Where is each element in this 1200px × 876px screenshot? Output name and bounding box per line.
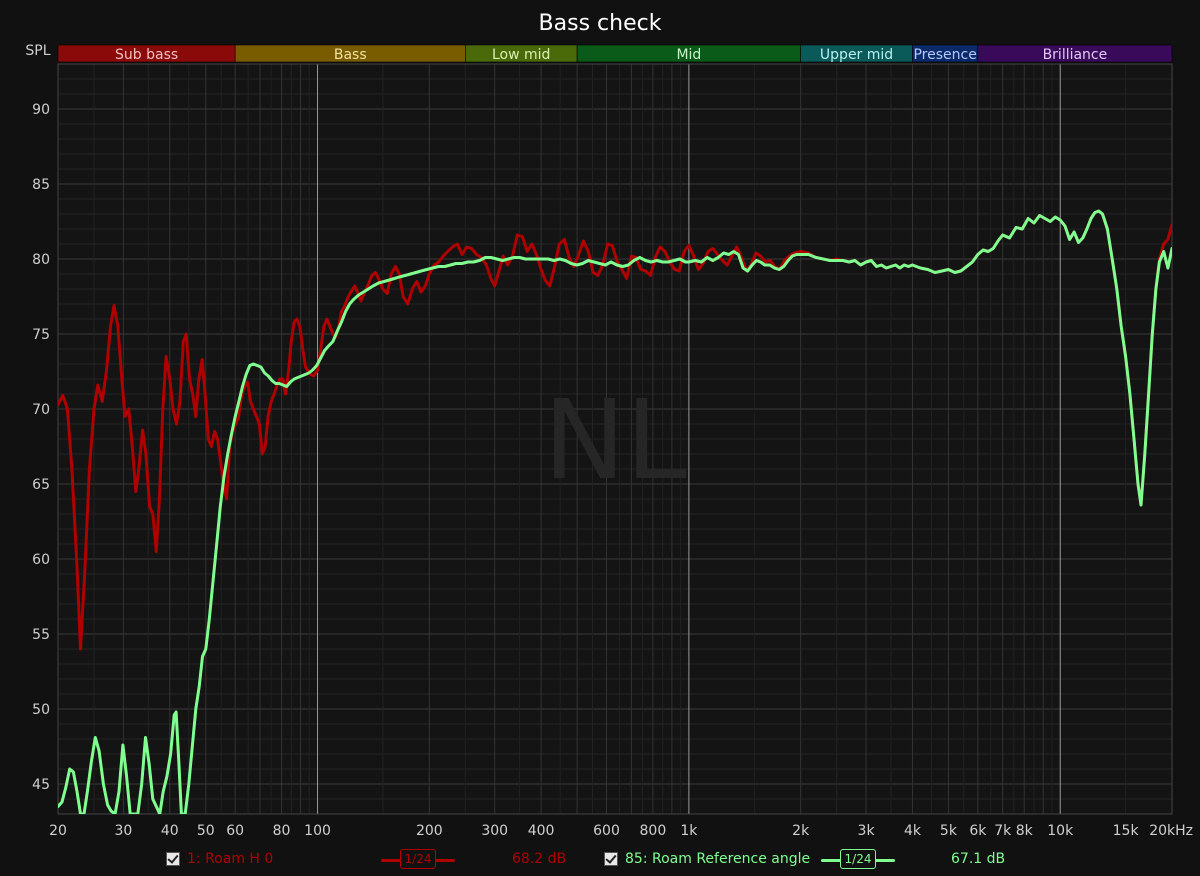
- band-label: Presence: [913, 47, 976, 63]
- x-tick-label: 6k: [969, 823, 987, 839]
- frequency-band-bar: Sub bass Bass Low mid Mid Upper mid Presence B…: [57, 44, 1173, 63]
- x-tick-label: 1k: [680, 823, 698, 839]
- y-tick-label: 80: [32, 252, 50, 268]
- y-tick-labels: 45 50 55 60 65 70 75 80 85 90: [32, 102, 50, 793]
- legend-name-2: 85: Roam Reference angle: [625, 851, 811, 867]
- level-readout-1: 68.2 dB: [512, 851, 567, 867]
- x-tick-label: 4k: [904, 823, 922, 839]
- y-tick-label: 85: [32, 177, 50, 193]
- band-label: Low mid: [492, 47, 550, 63]
- y-tick-label: 55: [32, 627, 50, 643]
- x-tick-label: 7k: [994, 823, 1012, 839]
- smoothing-badge-2[interactable]: 1/24: [840, 849, 876, 869]
- legend-smoothing-1[interactable]: 1/24: [381, 849, 455, 869]
- x-tick-label: 5k: [940, 823, 958, 839]
- x-tick-label: 15k: [1113, 823, 1140, 839]
- x-tick-label: 40: [161, 823, 179, 839]
- x-tick-label: 400: [528, 823, 555, 839]
- chart-window: Bass check SPL Sub bass Bass Low mid Mid Upp…: [0, 0, 1200, 876]
- x-tick-labels: 20 30 40 50 60 80 100 200 300 400 600 800 1k 2k 3k 4k 5k…: [49, 823, 1193, 839]
- y-tick-label: 65: [32, 477, 50, 493]
- x-tick-label: 20kHz: [1149, 823, 1193, 839]
- y-tick-label: 45: [32, 777, 50, 793]
- smoothing-badge-1[interactable]: 1/24: [400, 849, 436, 869]
- x-tick-label: 30: [114, 823, 132, 839]
- watermark-text: NL: [543, 376, 687, 504]
- y-axis-label: SPL: [25, 43, 50, 59]
- legend-item-1[interactable]: 1: Roam H 0: [166, 846, 273, 872]
- x-tick-label: 2k: [792, 823, 810, 839]
- legend-level-2: 67.1 dB: [951, 846, 1005, 872]
- y-tick-label: 50: [32, 702, 50, 718]
- band-label: Mid: [676, 47, 701, 63]
- y-tick-label: 70: [32, 402, 50, 418]
- x-tick-label: 50: [197, 823, 215, 839]
- x-tick-label: 60: [226, 823, 244, 839]
- chart-title: Bass check: [539, 11, 662, 36]
- x-tick-label: 20: [49, 823, 67, 839]
- x-tick-label: 300: [481, 823, 508, 839]
- band-label: Sub bass: [115, 47, 178, 63]
- legend-checkbox-2[interactable]: [604, 852, 618, 866]
- frequency-response-chart: Bass check SPL Sub bass Bass Low mid Mid Upp…: [25, 11, 1193, 839]
- band-label: Bass: [334, 47, 367, 63]
- y-tick-label: 75: [32, 327, 50, 343]
- band-label: Brilliance: [1043, 47, 1108, 63]
- y-tick-label: 90: [32, 102, 50, 118]
- x-tick-label: 800: [640, 823, 667, 839]
- x-tick-label: 600: [593, 823, 620, 839]
- x-tick-label: 10k: [1047, 823, 1074, 839]
- x-tick-label: 100: [304, 823, 331, 839]
- y-tick-label: 60: [32, 552, 50, 568]
- x-tick-label: 80: [273, 823, 291, 839]
- x-tick-label: 200: [416, 823, 443, 839]
- band-label: Upper mid: [820, 47, 893, 63]
- x-tick-label: 3k: [858, 823, 876, 839]
- legend-name-1: 1: Roam H 0: [187, 851, 274, 867]
- legend-item-2[interactable]: 85: Roam Reference angle: [604, 846, 810, 872]
- legend-checkbox-1[interactable]: [166, 852, 180, 866]
- level-readout-2: 67.1 dB: [951, 851, 1006, 867]
- legend-level-1: 68.2 dB: [512, 846, 566, 872]
- legend: 1: Roam H 0 1/24 68.2 dB 85: Roam Refere…: [0, 846, 1200, 872]
- legend-smoothing-2[interactable]: 1/24: [821, 849, 895, 869]
- x-tick-label: 8k: [1016, 823, 1034, 839]
